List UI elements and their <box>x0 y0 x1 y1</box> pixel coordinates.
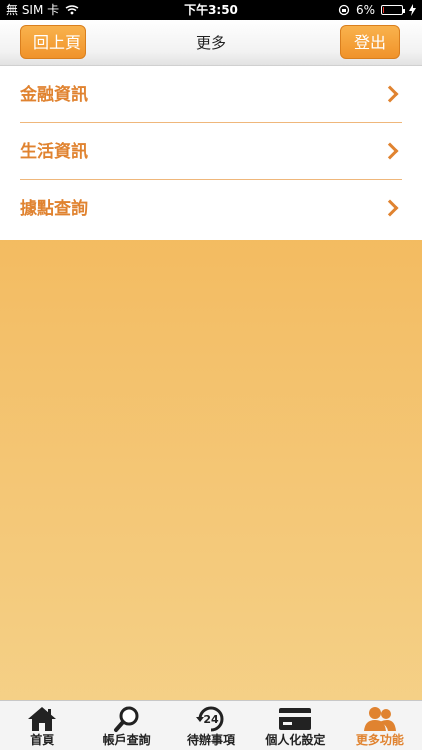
status-bar: 無 SIM 卡 下午3:50 6% <box>0 0 422 20</box>
card-icon <box>279 708 312 730</box>
tab-icon-wrap <box>338 705 422 733</box>
magnifier-icon <box>113 706 139 732</box>
tab-todo[interactable]: 24 待辦事項 <box>169 701 253 750</box>
navigation-bar: 回上頁 更多 登出 <box>0 20 422 66</box>
back-button-label: 回上頁 <box>32 33 81 52</box>
menu-item-label: 金融資訊 <box>20 85 88 105</box>
logout-button[interactable]: 登出 <box>340 25 400 59</box>
menu-item-location-search[interactable]: 據點查詢 <box>20 180 402 237</box>
screen: 無 SIM 卡 下午3:50 6% 回上頁 更多 登出 金融資訊 生活資訊 據點… <box>0 0 422 750</box>
tab-icon-wrap <box>0 705 84 733</box>
chevron-right-icon <box>381 199 399 217</box>
tab-label: 首頁 <box>30 733 55 747</box>
svg-text:24: 24 <box>203 713 219 726</box>
battery-tip <box>403 9 405 13</box>
tab-personalization[interactable]: 個人化設定 <box>253 701 337 750</box>
tab-label: 更多功能 <box>355 733 404 747</box>
tab-label: 待辦事項 <box>187 733 236 747</box>
people-icon <box>363 707 396 731</box>
chevron-right-icon <box>381 142 399 160</box>
orientation-lock-icon <box>338 4 350 16</box>
tab-account-inquiry[interactable]: 帳戶查詢 <box>84 701 168 750</box>
tab-label: 帳戶查詢 <box>102 733 151 747</box>
status-right: 6% <box>338 0 416 20</box>
tab-bar: 首頁 帳戶查詢 24 待辦事項 個人化設定 更多功能 <box>0 700 422 750</box>
24-hour-icon: 24 <box>196 706 224 732</box>
charging-bolt-icon <box>409 4 416 16</box>
menu-item-life-info[interactable]: 生活資訊 <box>20 123 402 180</box>
tab-more-functions[interactable]: 更多功能 <box>338 701 422 750</box>
tab-label: 個人化設定 <box>265 733 326 747</box>
battery-percent: 6% <box>355 3 375 17</box>
tab-icon-wrap: 24 <box>169 705 253 733</box>
menu-item-label: 生活資訊 <box>20 142 88 162</box>
menu-item-financial-info[interactable]: 金融資訊 <box>20 66 402 123</box>
tab-icon-wrap <box>253 705 337 733</box>
menu-item-label: 據點查詢 <box>20 199 88 219</box>
menu-list: 金融資訊 生活資訊 據點查詢 <box>0 66 422 240</box>
chevron-right-icon <box>381 85 399 103</box>
tab-home[interactable]: 首頁 <box>0 701 84 750</box>
battery-icon <box>381 5 405 15</box>
home-icon <box>28 707 57 731</box>
battery-level <box>383 7 384 13</box>
tab-icon-wrap <box>84 705 168 733</box>
